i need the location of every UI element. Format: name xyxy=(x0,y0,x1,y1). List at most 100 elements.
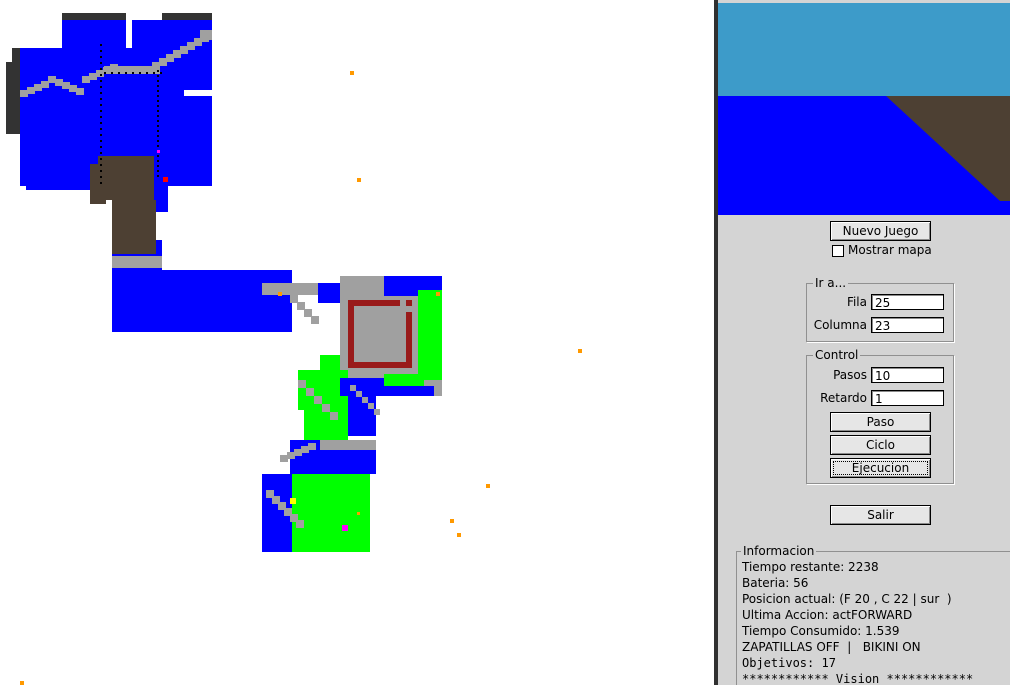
item-marker xyxy=(357,512,360,515)
route-dot xyxy=(100,104,102,106)
last-action-text: Ultima Accion: actFORWARD xyxy=(742,608,913,622)
stone-tile xyxy=(308,443,316,450)
stone-tile xyxy=(152,62,160,70)
route-dot xyxy=(104,72,106,74)
stone-tile xyxy=(76,88,84,95)
control-group: Control Pasos 10 Retardo 1 Paso Ciclo Ej… xyxy=(806,348,954,484)
route-dot xyxy=(100,50,102,52)
route-dot xyxy=(139,72,141,74)
steps-label: Pasos xyxy=(833,368,867,382)
cliff-tile xyxy=(162,13,212,21)
route-dot xyxy=(100,128,102,130)
route-dot xyxy=(100,164,102,166)
column-input[interactable]: 23 xyxy=(871,317,944,333)
show-map-checkbox[interactable] xyxy=(832,245,844,257)
castle-floor xyxy=(354,306,406,362)
stone-tile xyxy=(314,396,322,404)
stone-tile xyxy=(166,54,174,62)
route-dot xyxy=(157,175,159,177)
forest-tile xyxy=(418,290,442,380)
stone-tile xyxy=(27,87,35,94)
stone-tile xyxy=(180,46,188,54)
column-label: Columna xyxy=(813,318,867,332)
item-marker xyxy=(20,681,24,685)
stone-tile xyxy=(290,295,298,303)
map-canvas xyxy=(6,13,582,685)
route-dot xyxy=(157,170,159,172)
stone-tile xyxy=(294,449,302,456)
steps-input[interactable]: 10 xyxy=(871,367,944,383)
route-dot xyxy=(118,72,120,74)
item-marker xyxy=(578,349,582,353)
mud-tile xyxy=(112,200,156,254)
castle-wall xyxy=(348,300,354,368)
delay-input[interactable]: 1 xyxy=(871,390,944,406)
item-marker xyxy=(278,292,282,296)
step-button[interactable]: Paso xyxy=(830,412,931,432)
stone-tile xyxy=(287,452,295,459)
view-sky xyxy=(718,3,1010,96)
route-dot xyxy=(157,75,159,77)
stone-tile xyxy=(159,58,167,66)
stone-tile xyxy=(20,90,28,97)
route-dot xyxy=(100,62,102,64)
bikini-marker xyxy=(342,525,348,531)
route-dot xyxy=(111,72,113,74)
water-tile xyxy=(112,270,292,332)
stone-tile xyxy=(306,388,314,396)
route-dot xyxy=(157,90,159,92)
route-dot xyxy=(157,100,159,102)
route-dot xyxy=(100,146,102,148)
goto-legend: Ir a... xyxy=(813,276,849,290)
route-dot xyxy=(100,86,102,88)
route-dot xyxy=(100,158,102,160)
route-dot xyxy=(157,70,159,72)
objectives-text: Objetivos: 17 xyxy=(742,656,836,670)
route-dot xyxy=(100,176,102,178)
run-button[interactable]: Ejecucion xyxy=(830,458,931,478)
route-dot xyxy=(157,165,159,167)
stone-tile xyxy=(374,409,380,415)
route-dot xyxy=(157,80,159,82)
forest-tile xyxy=(304,410,348,440)
route-dot xyxy=(157,105,159,107)
route-dot xyxy=(157,145,159,147)
stone-tile xyxy=(298,380,306,388)
stone-tile xyxy=(330,412,338,420)
route-dot xyxy=(157,140,159,142)
stone-tile xyxy=(48,76,56,83)
route-dot xyxy=(100,134,102,136)
stone-tile xyxy=(41,81,49,88)
route-dot xyxy=(125,72,127,74)
route-dot xyxy=(100,110,102,112)
row-label: Fila xyxy=(846,295,867,309)
row-input[interactable]: 25 xyxy=(871,294,944,310)
item-marker xyxy=(457,533,461,537)
water-tile xyxy=(62,20,126,50)
water-tile xyxy=(274,530,292,552)
route-dot xyxy=(157,125,159,127)
route-dot xyxy=(100,152,102,154)
stone-tile xyxy=(350,385,356,391)
show-map-label: Mostrar mapa xyxy=(848,243,932,257)
route-dot xyxy=(157,85,159,87)
stone-tile xyxy=(362,397,368,403)
stone-tile xyxy=(55,79,63,86)
stone-tile xyxy=(262,283,318,295)
exit-button[interactable]: Salir xyxy=(830,505,931,525)
forest-tile xyxy=(384,374,424,386)
item-marker xyxy=(350,71,354,75)
route-dot xyxy=(100,56,102,58)
cliff-tile xyxy=(6,62,20,134)
stone-tile xyxy=(89,73,97,80)
route-dot xyxy=(146,72,148,74)
first-person-view xyxy=(718,3,1010,215)
cycle-button[interactable]: Ciclo xyxy=(830,435,931,455)
new-game-button[interactable]: Nuevo Juego xyxy=(830,221,931,241)
stone-tile xyxy=(304,309,312,317)
route-dot xyxy=(100,74,102,76)
view-canvas xyxy=(718,3,1010,215)
route-dot xyxy=(100,68,102,70)
item-marker xyxy=(436,292,440,296)
route-dot xyxy=(100,182,102,184)
